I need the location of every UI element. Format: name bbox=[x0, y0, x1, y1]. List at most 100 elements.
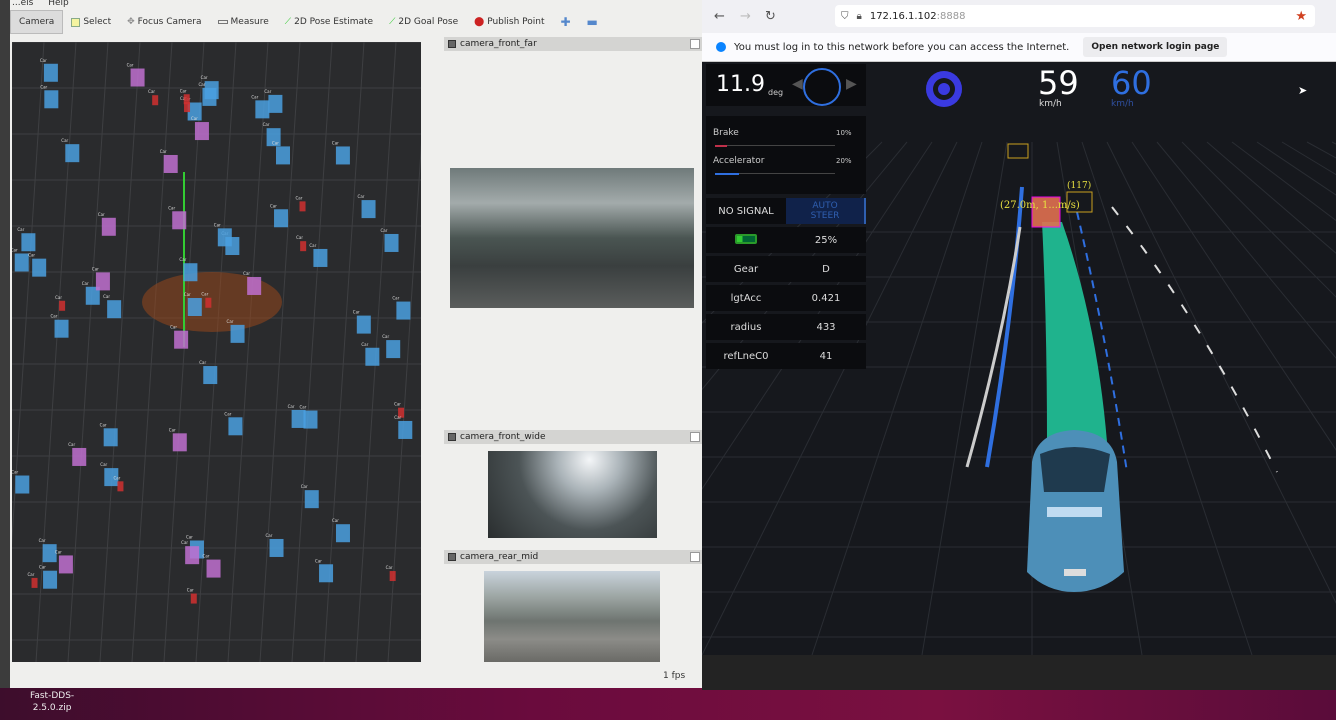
object-label: Car bbox=[332, 140, 339, 145]
tool-publish-point[interactable]: ⬤ Publish Point bbox=[466, 10, 552, 34]
image-panel-icon bbox=[448, 40, 456, 48]
object-label: Car bbox=[39, 538, 46, 543]
object-label: Car bbox=[160, 149, 167, 154]
brake-slider bbox=[715, 145, 835, 147]
grid-line bbox=[67, 42, 109, 662]
menu-panels[interactable]: ...els bbox=[12, 0, 33, 8]
object-box bbox=[101, 217, 116, 236]
grid-line bbox=[921, 141, 1008, 655]
info-value: 41 bbox=[819, 350, 833, 362]
panel-float-button[interactable] bbox=[690, 432, 700, 442]
object-label: Car bbox=[201, 292, 208, 297]
camera-front-far-image bbox=[450, 168, 694, 308]
desktop-file-fast-dds[interactable]: Fast-DDS- 2.5.0.zip bbox=[30, 690, 74, 714]
back-icon[interactable]: ← bbox=[714, 9, 725, 24]
ruler-icon bbox=[217, 20, 228, 24]
open-login-page-button[interactable]: Open network login page bbox=[1083, 37, 1228, 57]
grid-line bbox=[1181, 141, 1336, 298]
panel-float-button[interactable] bbox=[690, 552, 700, 562]
object-box bbox=[14, 253, 29, 272]
object-box bbox=[107, 300, 122, 319]
object-box bbox=[21, 233, 36, 252]
object-box bbox=[43, 63, 58, 82]
turn-signal-status: NO SIGNAL bbox=[718, 205, 774, 217]
object-box bbox=[183, 263, 198, 282]
file-label: Fast-DDS- bbox=[30, 691, 75, 701]
object-box bbox=[300, 241, 307, 252]
object-label: Car bbox=[113, 475, 120, 480]
object-label: Car bbox=[39, 565, 46, 570]
object-label: Car bbox=[180, 88, 187, 93]
fps-label: 1 fps bbox=[663, 671, 686, 681]
panel-float-button[interactable] bbox=[690, 39, 700, 49]
accelerator-value: 20% bbox=[836, 157, 852, 165]
select-icon bbox=[71, 17, 81, 27]
object-label: Car bbox=[301, 484, 308, 489]
object-box bbox=[172, 211, 187, 230]
object-box bbox=[202, 87, 217, 106]
object-box bbox=[205, 297, 212, 308]
object-label: Car bbox=[270, 203, 277, 208]
info-key: lgtAcc bbox=[730, 292, 762, 304]
shield-icon: ⛉ bbox=[841, 10, 849, 22]
auto-steer-button[interactable]: AUTO STEER bbox=[786, 198, 866, 224]
bookmark-star-icon[interactable]: ★ bbox=[1295, 9, 1307, 24]
obstacle-label: (117) bbox=[1067, 180, 1091, 191]
info-value: 433 bbox=[816, 321, 836, 333]
object-box bbox=[206, 559, 221, 578]
add-tool-button[interactable]: ✚ bbox=[552, 10, 578, 34]
tool-2d-pose-estimate[interactable]: ⟋ 2D Pose Estimate bbox=[277, 10, 381, 34]
grid-line bbox=[227, 42, 269, 662]
object-label: Car bbox=[263, 122, 270, 127]
browser-toolbar: ← → ↻ ⛉ 🔒︎ 172.16.1.102:8888 ★ bbox=[702, 0, 1336, 33]
battery-icon bbox=[735, 233, 757, 244]
object-box bbox=[291, 409, 306, 428]
object-label: Car bbox=[299, 405, 306, 410]
object-box bbox=[356, 315, 371, 334]
object-label: Car bbox=[186, 534, 193, 539]
browser-window: ← → ↻ ⛉ 🔒︎ 172.16.1.102:8888 ★ You must … bbox=[702, 0, 1336, 690]
object-box bbox=[59, 300, 66, 311]
3d-view[interactable]: Car Car Car Car Car Car Car Car Car Car Car Car Car C… bbox=[12, 42, 421, 662]
brake-label: Brake bbox=[713, 128, 739, 138]
ego-roof-light bbox=[1047, 507, 1102, 517]
planned-path bbox=[1042, 222, 1107, 442]
object-label: Car bbox=[51, 314, 58, 319]
3d-scene: Car Car Car Car Car Car Car Car Car Car Car Car Car C… bbox=[12, 42, 421, 662]
remove-tool-button[interactable]: ▬ bbox=[579, 10, 606, 34]
object-box bbox=[230, 324, 245, 343]
object-label: Car bbox=[394, 402, 401, 407]
object-box bbox=[174, 330, 189, 349]
reload-icon[interactable]: ↻ bbox=[765, 9, 776, 24]
info-value: D bbox=[822, 263, 830, 275]
object-label: Car bbox=[184, 292, 191, 297]
image-panel-icon bbox=[448, 553, 456, 561]
object-label: Car bbox=[382, 334, 389, 339]
object-box bbox=[335, 146, 350, 165]
object-box bbox=[203, 366, 218, 385]
url-bar[interactable]: ⛉ 🔒︎ 172.16.1.102:8888 ★ bbox=[835, 5, 1315, 27]
object-label: Car bbox=[224, 411, 231, 416]
object-label: Car bbox=[315, 558, 322, 563]
object-box bbox=[269, 538, 284, 557]
menu-help[interactable]: Help bbox=[48, 0, 69, 8]
tool-camera[interactable]: Camera bbox=[10, 10, 64, 34]
object-label: Car bbox=[272, 140, 279, 145]
object-label: Car bbox=[12, 470, 19, 475]
tool-label: Measure bbox=[230, 17, 269, 27]
tool-measure[interactable]: Measure bbox=[210, 10, 277, 34]
tool-2d-goal-pose[interactable]: ⟋ 2D Goal Pose bbox=[381, 10, 466, 34]
forward-icon[interactable]: → bbox=[740, 9, 751, 24]
pedal-panel: Brake 10% Accelerator 20% bbox=[706, 116, 866, 194]
ego-license-plate bbox=[1064, 569, 1086, 576]
tool-focus-camera[interactable]: ✥ Focus Camera bbox=[119, 10, 209, 34]
grid-line bbox=[1306, 141, 1336, 159]
lane-line-far-right bbox=[1111, 206, 1278, 473]
panel-camera-rear-mid: camera_rear_mid bbox=[444, 550, 702, 564]
steering-angle: 11.9 bbox=[716, 72, 765, 97]
object-box bbox=[72, 447, 87, 466]
tool-select[interactable]: Select bbox=[63, 10, 119, 34]
info-key: refLneC0 bbox=[723, 350, 769, 362]
steer-right-icon: ▶ bbox=[846, 76, 857, 92]
grid-line bbox=[1231, 141, 1336, 222]
